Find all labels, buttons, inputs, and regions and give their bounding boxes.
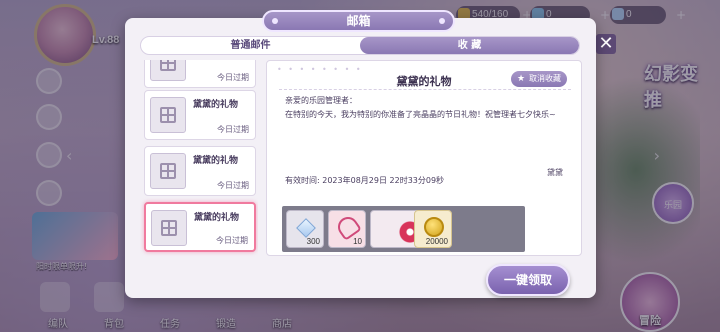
gift-icon — [150, 97, 186, 133]
mail-sender: 黛黛 — [547, 168, 563, 177]
list-item-selected[interactable]: 黛黛的礼物 今日过期 — [144, 202, 256, 252]
close-icon[interactable]: ✕ — [596, 34, 616, 54]
valid-time: 有效时间: 2023年08月29日 22时33分09秒 — [285, 176, 445, 185]
reward-list: 300 10 20000 — [282, 206, 525, 252]
reward-diamond[interactable]: 300 — [286, 210, 324, 248]
list-item[interactable]: 黛黛的礼物 今日过期 — [144, 90, 256, 140]
panel-title-wrap: 邮箱 — [262, 10, 455, 32]
unfavorite-button[interactable]: ★ 取消收藏 — [511, 71, 567, 87]
tab-normal-mail[interactable]: 普通邮件 — [141, 37, 360, 54]
mail-tabs: 普通邮件 收 藏 — [140, 36, 580, 55]
gift-icon — [150, 153, 186, 189]
diamond-icon — [296, 218, 316, 238]
gift-icon — [150, 60, 186, 81]
divider — [279, 89, 571, 90]
tab-favorites[interactable]: 收 藏 — [360, 37, 579, 54]
mail-body: 在特别的今天，我为特别的你准备了亮晶晶的节日礼物！祝管理者七夕快乐~ — [285, 110, 556, 119]
coin-icon — [424, 217, 444, 237]
reward-bow[interactable]: 10 — [328, 210, 366, 248]
mail-greeting: 亲爱的乐园管理者： — [285, 96, 357, 105]
list-item[interactable]: 今日过期 — [144, 60, 256, 88]
list-item[interactable]: 黛黛的礼物 今日过期 — [144, 146, 256, 196]
reward-gold[interactable]: 20000 — [414, 210, 452, 248]
claim-all-button[interactable]: 一键领取 — [486, 264, 570, 296]
star-icon: ★ — [517, 74, 526, 84]
mail-list[interactable]: 今日过期 黛黛的礼物 今日过期 黛黛的礼物 今日过期 黛黛的礼物 今日过期 — [140, 60, 258, 258]
panel-title: 邮箱 — [262, 10, 455, 32]
gift-icon — [151, 210, 187, 246]
